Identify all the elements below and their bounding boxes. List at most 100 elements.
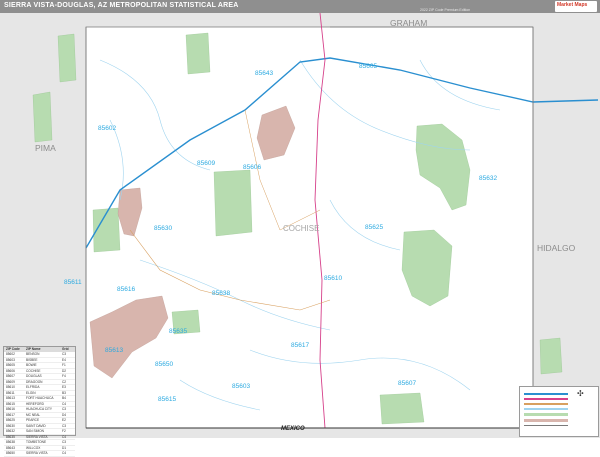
legend-cell-name: DOUGLAS <box>26 374 42 378</box>
key-highway-line <box>524 398 568 400</box>
legend-cell-grid: D2 <box>62 368 67 373</box>
country-label-mexico: MEXICO <box>281 426 305 432</box>
legend-cell-grid: E2 <box>62 418 66 422</box>
rincon-forest <box>32 91 53 143</box>
legend-cell-name: BENSON <box>26 352 40 356</box>
legend-cell-zip: 85638 <box>6 440 15 444</box>
legend-cell-zip: 85630 <box>6 423 15 428</box>
legend-cell-zip: 85635 <box>6 434 15 439</box>
legend-cell-zip: 85643 <box>6 445 15 450</box>
legend-cell-grid: C3 <box>62 352 67 356</box>
legend-cell-zip: 85625 <box>6 418 15 422</box>
legend-cell-name: ELFRIDA <box>26 385 40 389</box>
legend-cell-zip: 85613 <box>6 396 15 400</box>
legend-cell-name: SIERRA VISTA <box>26 434 48 439</box>
key-interstate-line <box>524 393 568 395</box>
zip-label: 85650 <box>155 361 174 368</box>
legend-cell-zip: 85609 <box>6 379 15 384</box>
zip-label: 85625 <box>365 224 384 231</box>
legend-cell-name: PEARCE <box>26 418 40 422</box>
county-label-pima: PIMA <box>35 143 56 153</box>
zip-label: 85615 <box>158 396 177 403</box>
legend-cell-name: HUACHUCA CITY <box>26 407 53 411</box>
legend-cell-zip: 85650 <box>6 451 15 455</box>
legend-cell-grid: E4 <box>62 357 66 362</box>
legend-cell-name: ELGIN <box>26 390 36 395</box>
zip-label: 85603 <box>232 383 251 390</box>
map-page: SIERRA VISTA-DOUGLAS, AZ METROPOLITAN ST… <box>0 0 600 457</box>
key-road-line <box>524 403 568 405</box>
legend-cell-name: HEREFORD <box>26 401 44 406</box>
compass-icon: ✣ <box>577 389 584 398</box>
legend-cell-zip: 85617 <box>6 412 15 417</box>
publisher-logo: Market Maps <box>555 1 597 12</box>
legend-cell-name: SIERRA VISTA <box>26 451 48 455</box>
zip-label: 85611 <box>64 279 82 286</box>
legend-cell-name: WILLCOX <box>26 445 41 450</box>
key-boundary-line <box>524 425 568 426</box>
east-forest <box>539 337 563 375</box>
legend-cell-name: MC NEAL <box>26 412 41 417</box>
legend-cell-grid: C4 <box>62 451 67 455</box>
zip-label: 85602 <box>98 125 117 132</box>
legend-cell-grid: B3 <box>62 390 66 395</box>
zip-label: 85605 <box>359 63 378 70</box>
key-urban-swatch <box>524 419 568 422</box>
zip-label: 85635 <box>169 328 188 335</box>
legend-rows: 85602 BENSON C3 85603 BISBEE E4 85605 BOWIE F1 85… <box>4 352 75 457</box>
legend-cell-grid: E3 <box>62 385 66 389</box>
key-forest-swatch <box>524 413 568 416</box>
key-water-line <box>524 408 568 410</box>
legend-cell-grid: C4 <box>62 401 67 406</box>
legend-cell-zip: 85606 <box>6 368 15 373</box>
legend-cell-name: COCHISE <box>26 368 41 373</box>
title-bar: SIERRA VISTA-DOUGLAS, AZ METROPOLITAN ST… <box>0 0 600 13</box>
northwest-forest <box>57 33 77 83</box>
south-forest <box>379 392 425 425</box>
map-key-box: ✣ <box>519 386 599 437</box>
zip-label: 85609 <box>197 160 216 167</box>
edition-label: 2022 ZIP Code Premium Edition <box>420 8 471 12</box>
zip-label: 85606 <box>243 164 262 171</box>
legend-row: 85650 SIERRA VISTA C4 <box>4 451 75 457</box>
legend-cell-zip: 85615 <box>6 401 15 406</box>
legend-cell-grid: F2 <box>62 429 66 433</box>
legend-cell-zip: 85607 <box>6 374 15 378</box>
legend-cell-name: DRAGOON <box>26 379 43 384</box>
legend-cell-grid: C4 <box>62 434 67 439</box>
legend-cell-grid: F1 <box>62 363 66 367</box>
legend-cell-zip: 85616 <box>6 407 15 411</box>
legend-cell-grid: C3 <box>62 423 67 428</box>
zip-label: 85632 <box>479 175 498 182</box>
map-title: SIERRA VISTA-DOUGLAS, AZ METROPOLITAN ST… <box>4 2 239 9</box>
legend-cell-name: FORT HUACHUCA <box>26 396 54 400</box>
galiuro-forest <box>185 32 211 75</box>
legend-cell-grid: C2 <box>62 379 67 384</box>
legend-cell-name: SAINT DAVID <box>26 423 46 428</box>
county-label-graham: GRAHAM <box>390 18 428 28</box>
legend-cell-zip: 85610 <box>6 385 15 389</box>
zip-label: 85607 <box>398 380 417 387</box>
county-label-hidalgo: HIDALGO <box>537 243 576 253</box>
zip-label: 85638 <box>212 290 231 297</box>
zip-label: 85643 <box>255 70 274 77</box>
legend-cell-zip: 85603 <box>6 357 15 362</box>
legend-cell-grid: C3 <box>62 407 67 411</box>
zip-label: 85630 <box>154 225 173 232</box>
zip-label: 85616 <box>117 286 136 293</box>
legend-cell-grid: B4 <box>62 396 66 400</box>
legend-cell-grid: C3 <box>62 440 67 444</box>
dragoon-forest <box>213 169 253 237</box>
legend-cell-grid: F4 <box>62 374 66 378</box>
legend-cell-zip: 85611 <box>6 390 15 395</box>
legend-cell-zip: 85605 <box>6 363 15 367</box>
zip-label: 85617 <box>291 342 310 349</box>
logo-text: Market Maps <box>557 2 588 8</box>
legend-cell-name: SAN SIMON <box>26 429 44 433</box>
legend-cell-name: BISBEE <box>26 357 38 362</box>
legend-cell-grid: D4 <box>62 412 67 417</box>
zip-legend-table: ZIP Code ZIP Name Grid 85602 BENSON C3 8560… <box>3 346 76 457</box>
legend-cell-zip: 85632 <box>6 429 15 433</box>
legend-cell-grid: D1 <box>62 445 67 450</box>
legend-cell-name: TOMBSTONE <box>26 440 47 444</box>
